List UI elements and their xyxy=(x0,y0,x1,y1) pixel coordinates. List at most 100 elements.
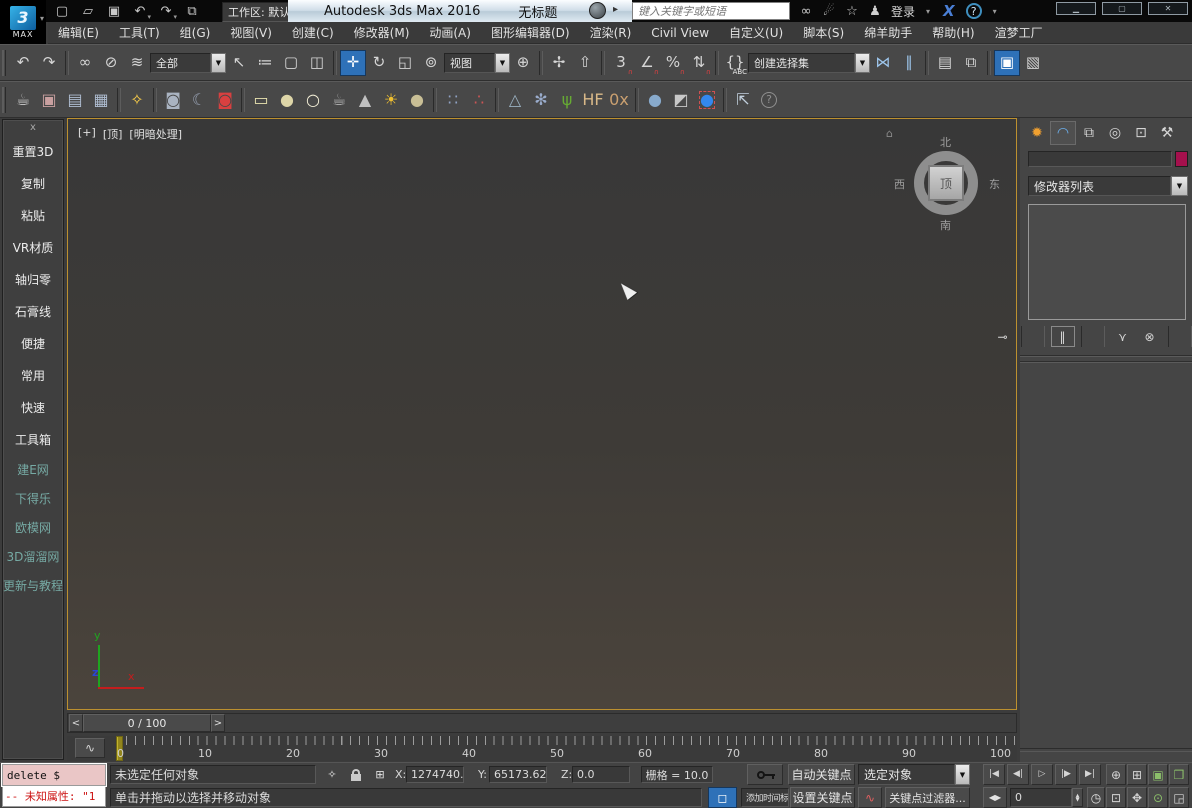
angle-snap-icon[interactable]: ∠∩ xyxy=(634,50,660,76)
select-and-link-icon[interactable]: ∞ xyxy=(72,50,98,76)
tab-utilities[interactable]: ⚒ xyxy=(1154,121,1180,145)
select-object-icon[interactable]: ↖ xyxy=(226,50,252,76)
next-frame-icon[interactable]: |▶ xyxy=(1055,764,1077,785)
x-coordinate-field[interactable]: 1274740.0 xyxy=(406,766,464,783)
set-key-button[interactable]: 设置关键点 xyxy=(790,787,855,808)
select-and-scale-icon[interactable]: ◱ xyxy=(392,50,418,76)
remove-modifier-icon[interactable]: ⊗ xyxy=(1138,326,1162,347)
chevron-down-icon[interactable]: ▼ xyxy=(955,764,970,785)
key-filter-selection-dropdown[interactable]: 选定对象 ▼ xyxy=(858,764,970,785)
goto-start-icon[interactable]: |◀ xyxy=(983,764,1005,785)
snaps-toggle-icon[interactable]: 3∩ xyxy=(608,50,634,76)
scene-explorer-icon[interactable]: ▤ xyxy=(932,50,958,76)
modifier-stack[interactable] xyxy=(1028,204,1186,320)
menu-item[interactable]: 编辑(E) xyxy=(48,22,109,44)
goto-end-icon[interactable]: ▶| xyxy=(1079,764,1101,785)
blue-sphere-icon[interactable]: ● xyxy=(642,87,668,113)
sidebar-button[interactable]: 复制 xyxy=(3,168,63,200)
communication-ball-icon[interactable] xyxy=(589,2,606,19)
viewport-top[interactable]: [+] [顶] [明暗处理] ⌂ 顶 北 南 西 东 y x z xyxy=(67,118,1017,710)
edit-named-selections-icon[interactable]: {}ABC xyxy=(722,50,748,76)
rock-object-icon[interactable]: ✻ xyxy=(528,87,554,113)
sidebar-button[interactable]: 常用 xyxy=(3,360,63,392)
unlink-selection-icon[interactable]: ⊘ xyxy=(98,50,124,76)
menu-item[interactable]: 脚本(S) xyxy=(793,22,854,44)
select-and-rotate-icon[interactable]: ↻ xyxy=(366,50,392,76)
z-coordinate-field[interactable]: 0.0 xyxy=(572,766,630,783)
maxscript-mini-listener[interactable]: delete $ -- 未知属性: "1 xyxy=(2,764,106,808)
absolute-offset-toggle-icon[interactable]: ⊞ xyxy=(370,765,390,784)
object-name-input[interactable] xyxy=(1028,151,1172,167)
isolate-bulb-icon[interactable]: ✧ xyxy=(322,765,342,784)
zoom-extents-all-icon[interactable]: ❒ xyxy=(1169,764,1189,785)
tab-hierarchy[interactable]: ⧉ xyxy=(1076,121,1102,145)
select-and-manipulate-icon[interactable]: ✢ xyxy=(546,50,572,76)
key-mode-toggle[interactable]: ◀▶ xyxy=(983,787,1007,808)
bind-to-space-warp-icon[interactable]: ≋ xyxy=(124,50,150,76)
help-disabled-icon[interactable]: ? xyxy=(756,87,782,113)
viewcube-west-label[interactable]: 西 xyxy=(894,176,905,192)
viewport-pov-menu[interactable]: [顶] xyxy=(103,126,123,142)
orbit-icon[interactable]: ⊙ xyxy=(1148,787,1168,808)
select-and-move-icon[interactable]: ✛ xyxy=(340,50,366,76)
redo-scene-icon[interactable]: ↷ xyxy=(36,50,62,76)
exchange-apps-icon[interactable]: X xyxy=(943,2,955,20)
max-logo[interactable]: 3 MAX ▾ xyxy=(0,0,46,44)
favorites-star-icon[interactable]: ☆ xyxy=(841,1,863,21)
viewcube[interactable]: ⌂ 顶 北 南 西 东 xyxy=(900,137,992,229)
viewcube-home-icon[interactable]: ⌂ xyxy=(886,127,893,140)
select-and-place-icon[interactable]: ⊚ xyxy=(418,50,444,76)
batch-settings-icon[interactable]: ▦ xyxy=(88,87,114,113)
sun-light-icon[interactable]: ☀ xyxy=(378,87,404,113)
save-file-icon[interactable]: ▣ xyxy=(102,1,126,21)
grass-object-icon[interactable]: ψ xyxy=(554,87,580,113)
menu-item[interactable]: 工具(T) xyxy=(109,22,170,44)
help-icon[interactable]: ? xyxy=(966,3,982,19)
menu-item[interactable]: Civil View xyxy=(641,22,719,44)
align-icon[interactable]: ∥ xyxy=(896,50,922,76)
undo-scene-icon[interactable]: ↶ xyxy=(10,50,36,76)
script-transfer-icon[interactable]: ⇱ xyxy=(730,87,756,113)
moon-light-icon[interactable]: ☾ xyxy=(186,87,212,113)
pan-view-icon[interactable]: ✥ xyxy=(1127,787,1147,808)
render-preview-icon[interactable]: ▣ xyxy=(36,87,62,113)
previous-frame-arrow[interactable]: < xyxy=(69,714,83,732)
viewcube-south-label[interactable]: 南 xyxy=(940,217,951,233)
set-key-icon[interactable] xyxy=(747,764,783,785)
make-unique-icon[interactable]: ⋎ xyxy=(1111,326,1135,347)
open-file-icon[interactable]: ▱ xyxy=(76,1,100,21)
y-coordinate-field[interactable]: 65173.625 xyxy=(489,766,547,783)
keyboard-override-icon[interactable]: ⇧ xyxy=(572,50,598,76)
track-bar-ruler[interactable]: 0 10 20 30 40 50 60 70 80 90 xyxy=(115,736,1015,761)
project-folder-icon[interactable]: ⧉ xyxy=(180,1,204,21)
selection-filter-dropdown[interactable]: 全部 ▼ xyxy=(150,53,226,73)
viewcube-north-label[interactable]: 北 xyxy=(940,134,951,150)
sidebar-link[interactable]: 下得乐 xyxy=(3,485,63,514)
menu-item[interactable]: 自定义(U) xyxy=(719,22,793,44)
menu-item[interactable]: 图形编辑器(D) xyxy=(481,22,580,44)
sidebar-button[interactable]: 粘贴 xyxy=(3,200,63,232)
red-camera-icon[interactable]: ◙ xyxy=(212,87,238,113)
material-picker-icon[interactable]: ◩ xyxy=(668,87,694,113)
search-binoculars-icon[interactable]: ∞ xyxy=(795,1,817,21)
time-slider[interactable]: < 0 / 100 > xyxy=(67,713,1017,733)
mirror-icon[interactable]: ⋈ xyxy=(870,50,896,76)
search-input[interactable]: 键入关键字或短语 xyxy=(632,2,790,20)
use-pivot-center-icon[interactable]: ⊕ xyxy=(510,50,536,76)
window-crossing-icon[interactable]: ◫ xyxy=(304,50,330,76)
blob-primitive-icon[interactable]: ● xyxy=(274,87,300,113)
pin-stack-icon[interactable]: ⊸ xyxy=(991,326,1015,347)
viewport-shading-menu[interactable]: [明暗处理] xyxy=(129,126,182,142)
hair-fur-icon[interactable]: HF xyxy=(580,87,606,113)
listener-error-line[interactable]: -- 未知属性: "1 xyxy=(2,786,106,807)
named-selection-sets-dropdown[interactable]: 创建选择集 ▼ xyxy=(748,53,870,73)
expand-right-icon[interactable]: ▸ xyxy=(613,4,618,15)
time-configuration-icon[interactable]: ◷ xyxy=(1087,787,1105,808)
show-end-result-icon[interactable]: ‖ xyxy=(1051,326,1075,347)
viewport-general-menu[interactable]: [+] xyxy=(78,126,96,142)
zoom-icon[interactable]: ⊕ xyxy=(1106,764,1126,785)
auto-key-button[interactable]: 自动关键点 xyxy=(788,764,855,785)
sidebar-button[interactable]: 工具箱 xyxy=(3,424,63,456)
layer-explorer-icon[interactable]: ⧉ xyxy=(958,50,984,76)
particle-array-icon[interactable]: ∷ xyxy=(440,87,466,113)
